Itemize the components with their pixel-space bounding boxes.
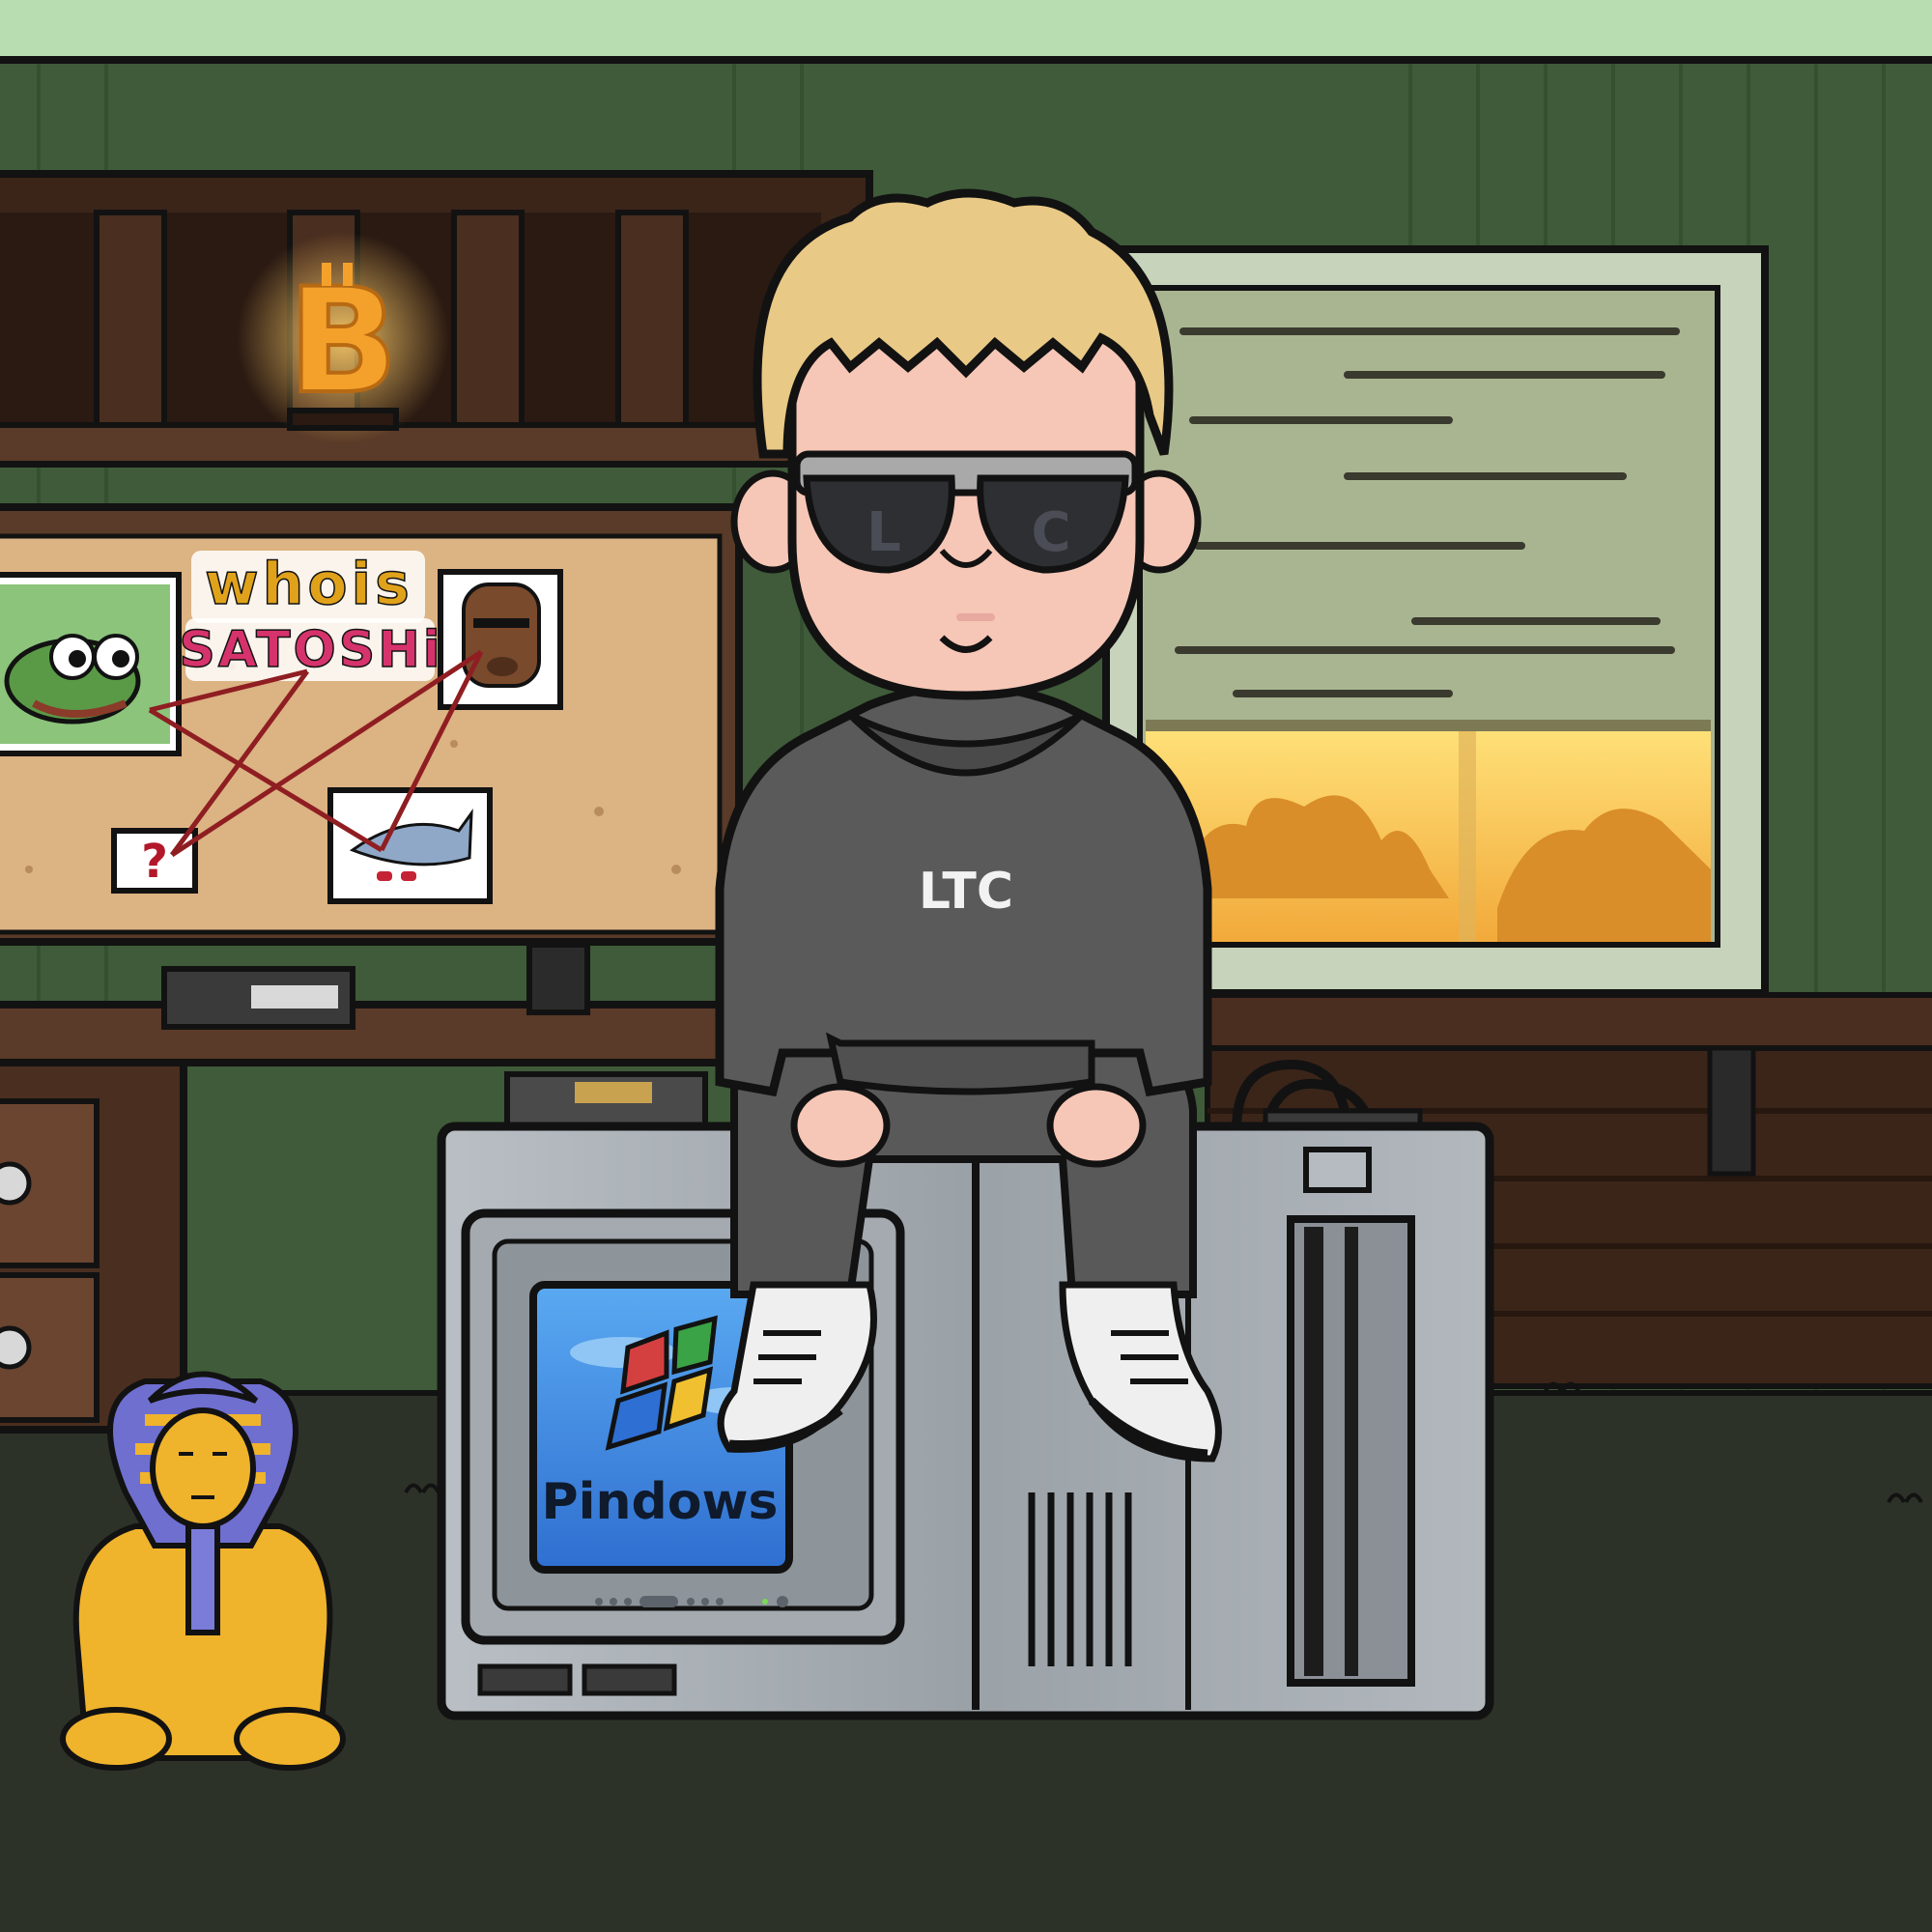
- poster-title-line2: SATOSHi: [179, 621, 442, 679]
- hoodie-text: LTC: [919, 863, 1013, 921]
- cork-board: whois SATOSHi ?: [0, 503, 743, 946]
- glasses-left-letter: L: [867, 501, 901, 564]
- right-hand: [1046, 1083, 1147, 1168]
- left-hand: [790, 1083, 891, 1168]
- statue-photo: [438, 569, 563, 710]
- hoodie-pocket: [825, 1032, 1095, 1095]
- avatar-scene: B whois SATOSHi ? Pindows LTC L C: [0, 0, 1932, 1932]
- frog-photo: [0, 572, 182, 756]
- shark-photo: [327, 787, 493, 904]
- nose-bridge: [956, 613, 995, 621]
- ceiling: [0, 0, 1932, 60]
- question-mark: ?: [141, 835, 168, 889]
- poster-title: whois SATOSHi: [179, 550, 442, 681]
- ceiling-edge: [0, 56, 1932, 64]
- bitcoin-logo: B: [237, 232, 449, 444]
- monitor-brand: Pindows: [542, 1473, 779, 1531]
- glasses-right-letter: C: [1031, 501, 1070, 564]
- poster-title-line1: whois: [205, 551, 413, 618]
